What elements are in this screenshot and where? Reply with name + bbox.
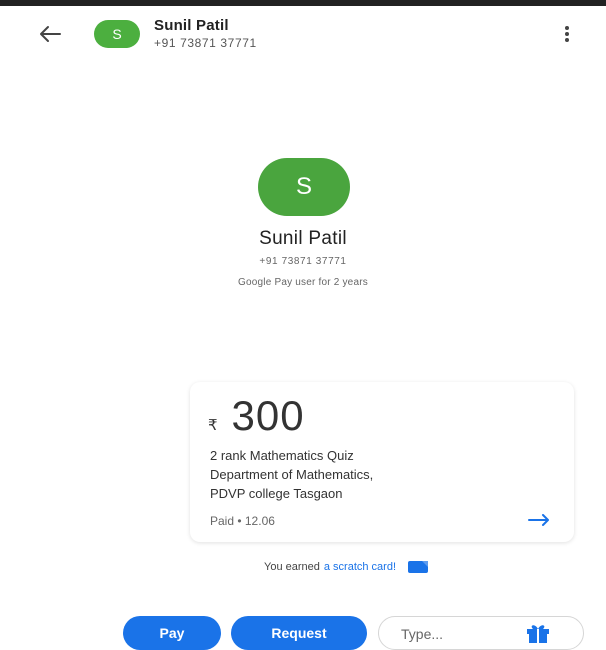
message-input[interactable] [399,624,523,644]
scratch-card-note: You earned a scratch card! [264,554,564,580]
payment-memo: 2 rank Mathematics Quiz Department of Ma… [210,446,540,503]
gift-icon [527,625,549,643]
gift-button[interactable] [523,622,553,644]
more-options-button[interactable] [552,18,582,50]
scratch-prefix: You earned [264,561,320,573]
more-vert-icon [565,26,569,30]
pay-button[interactable]: Pay [123,616,221,650]
profile-user-since: Google Pay user for 2 years [238,277,368,288]
scratch-card-icon[interactable] [406,559,430,575]
profile-phone: +91 73871 37771 [259,256,347,267]
payment-details-button[interactable] [526,510,552,530]
payment-card[interactable]: ₹ 300 2 rank Mathematics Quiz Department… [190,382,574,542]
back-button[interactable] [34,18,66,50]
arrow-forward-icon [528,514,549,526]
chat-screen: S Sunil Patil +91 73871 37771 S Sunil Pa… [0,0,606,650]
payment-status: Paid • 12.06 [210,514,275,528]
contact-avatar-letter: S [112,26,122,42]
contact-phone: +91 73871 37771 [154,36,257,50]
profile-name: Sunil Patil [259,228,347,249]
memo-line: Department of Mathematics, [210,467,374,482]
profile-avatar-letter: S [295,173,312,200]
memo-line: PDVP college Tasgaon [210,486,343,501]
chat-header: S Sunil Patil +91 73871 37771 [0,6,606,62]
profile-avatar: S [258,158,350,216]
currency-symbol: ₹ [208,417,218,434]
contact-name[interactable]: Sunil Patil [154,17,229,34]
arrow-back-icon [40,26,61,42]
memo-line: 2 rank Mathematics Quiz [210,448,354,463]
payment-amount: 300 [231,392,305,439]
amount-row: ₹ 300 [208,392,305,440]
request-button[interactable]: Request [231,616,367,650]
contact-avatar[interactable]: S [94,20,140,48]
message-field[interactable] [378,616,584,650]
scratch-card-link[interactable]: a scratch card! [324,561,396,573]
